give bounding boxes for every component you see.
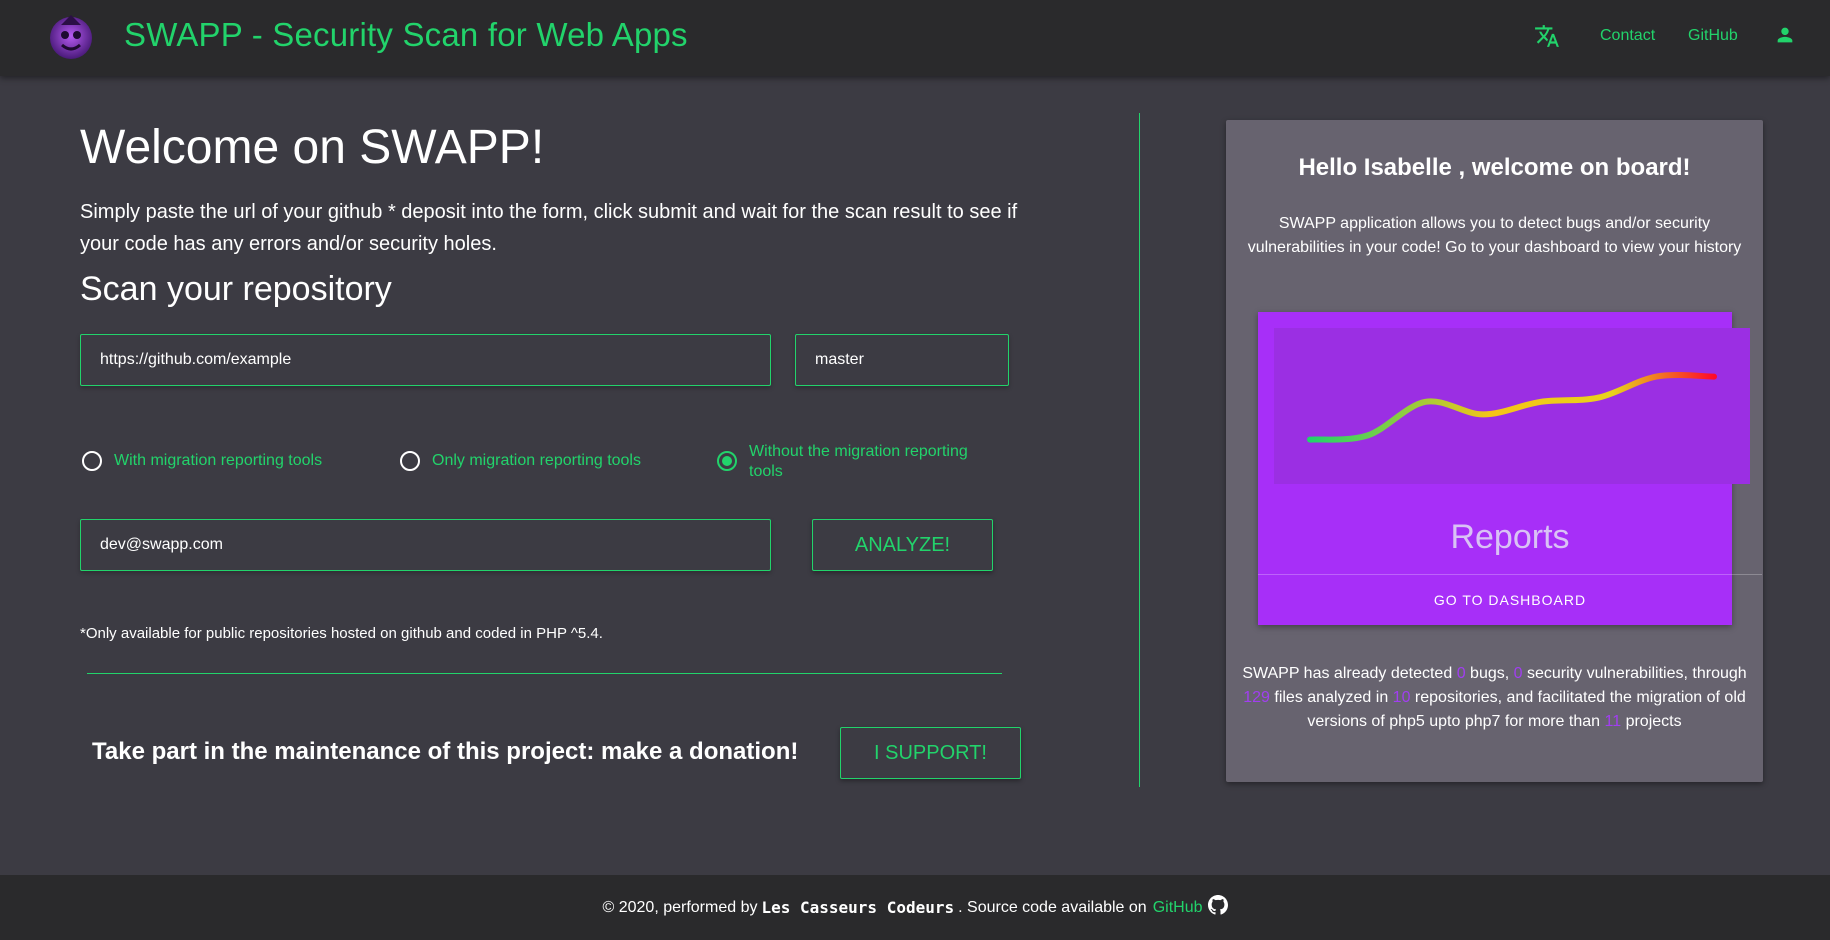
stats-text: files analyzed in <box>1274 689 1389 706</box>
swapp-logo-icon[interactable] <box>46 11 96 61</box>
reports-title: Reports <box>1450 518 1570 556</box>
stats-text: SWAPP has already detected <box>1242 665 1453 682</box>
github-icon[interactable] <box>1207 894 1228 915</box>
radio-button[interactable] <box>400 451 420 471</box>
option-label: Without the migration reporting tools <box>749 443 968 480</box>
card-description: SWAPP application allows you to detect b… <box>1247 215 1742 256</box>
stats-text: security vulnerabilities, through <box>1527 665 1747 682</box>
reports-chart <box>1274 328 1750 484</box>
divider <box>87 673 1002 674</box>
donation-text: Take part in the maintenance of this pro… <box>92 738 799 765</box>
team-name: Les Casseurs Codeurs <box>761 898 955 917</box>
vulnerabilities-count: 0 <box>1513 665 1523 682</box>
top-navbar: SWAPP - Security Scan for Web Apps Conta… <box>0 0 1830 76</box>
files-count: 129 <box>1243 689 1270 706</box>
stats-text: projects <box>1625 713 1682 730</box>
branch-input[interactable] <box>795 334 1009 386</box>
welcome-heading: Welcome on SWAPP! <box>80 121 545 174</box>
option-without-migration-tools[interactable]: Without the migration reporting tools <box>717 442 997 482</box>
account-icon[interactable] <box>1774 24 1796 46</box>
radio-button-checked[interactable] <box>717 451 737 471</box>
reports-card: Reports GO TO DASHBOARD <box>1258 312 1762 625</box>
option-only-migration-tools[interactable]: Only migration reporting tools <box>400 451 641 471</box>
translate-icon[interactable] <box>1534 23 1560 49</box>
projects-count: 11 <box>1604 713 1622 730</box>
nav-contact-link[interactable]: Contact <box>1600 27 1655 45</box>
repositories-count: 10 <box>1392 689 1411 706</box>
radio-button[interactable] <box>82 451 102 471</box>
option-label: Only migration reporting tools <box>432 452 641 469</box>
option-label: With migration reporting tools <box>114 452 323 469</box>
footer-github-link[interactable]: GitHub <box>1153 899 1203 917</box>
hello-heading: Hello Isabelle , welcome on board! <box>1298 154 1691 181</box>
option-with-migration-tools[interactable]: With migration reporting tools <box>82 451 322 471</box>
scan-heading: Scan your repository <box>80 270 392 308</box>
copyright-text: © 2020, performed by <box>602 898 758 916</box>
vertical-divider <box>1139 113 1140 787</box>
stats-text: bugs, <box>1470 665 1510 682</box>
reports-line-chart <box>1307 372 1717 443</box>
bugs-count: 0 <box>1456 665 1466 682</box>
repository-url-input[interactable] <box>80 334 771 386</box>
footer: © 2020, performed by Les Casseurs Codeur… <box>0 875 1830 940</box>
welcome-card: Hello Isabelle , welcome on board! SWAPP… <box>1226 120 1763 782</box>
go-to-dashboard-button[interactable]: GO TO DASHBOARD <box>1258 575 1762 625</box>
footer-text: . Source code available on <box>958 898 1147 916</box>
nav-github-link[interactable]: GitHub <box>1688 27 1738 45</box>
app-title[interactable]: SWAPP - Security Scan for Web Apps <box>124 16 688 54</box>
analyze-button[interactable]: ANALYZE! <box>812 519 993 571</box>
statistics-text: SWAPP has already detected 0 bugs, 0 sec… <box>1242 662 1747 734</box>
intro-text: Simply paste the url of your github * de… <box>80 201 1018 255</box>
availability-note: *Only available for public repositories … <box>80 625 603 642</box>
series-line <box>1307 372 1717 443</box>
email-input[interactable] <box>80 519 771 571</box>
support-button[interactable]: I SUPPORT! <box>840 727 1021 779</box>
